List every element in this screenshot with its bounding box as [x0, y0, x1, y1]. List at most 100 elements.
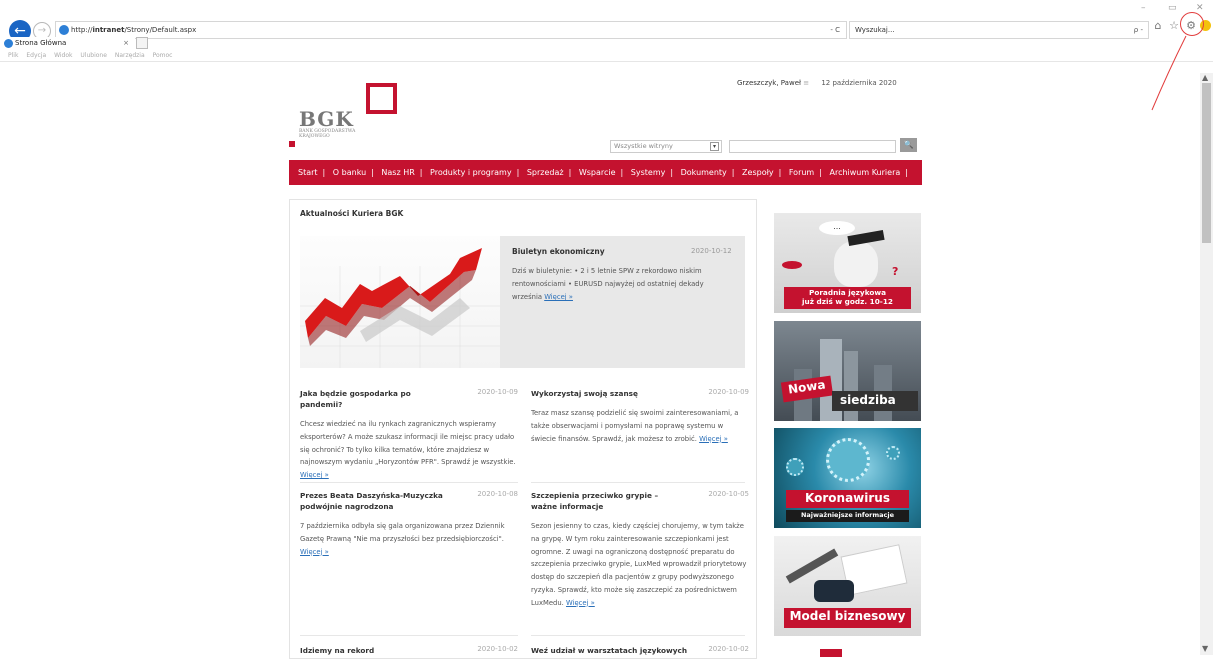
logo-dot — [289, 141, 295, 147]
article-divider — [531, 482, 745, 483]
growth-arrow-graphic — [300, 248, 500, 368]
scroll-up-icon[interactable]: ▲ — [1202, 73, 1208, 82]
article-item: Jaka będzie gospodarka po pandemii? 2020… — [300, 388, 518, 482]
article-date: 2020-10-08 — [477, 490, 518, 498]
virus-graphic — [826, 438, 870, 482]
menu-help[interactable]: Pomoc — [153, 52, 173, 59]
search-placeholder: Wyszukaj... — [855, 26, 895, 34]
current-date: 12 października 2020 — [821, 79, 897, 87]
nav-systemy[interactable]: Systemy — [631, 168, 666, 177]
nav-wsparcie[interactable]: Wsparcie — [579, 168, 616, 177]
user-info: Grzeszczyk, Paweł ≡ 12 października 2020 — [737, 79, 897, 87]
nav-zespoly[interactable]: Zespoły — [742, 168, 774, 177]
article-date: 2020-10-02 — [477, 645, 518, 653]
banner-coronavirus[interactable]: Koronawirus Najważniejsze informacje — [774, 428, 921, 528]
menu-view[interactable]: Widok — [54, 52, 72, 59]
tab-title: Strona Główna — [15, 39, 67, 47]
restore-icon[interactable]: ▭ — [1168, 3, 1177, 13]
article-date: 2020-10-05 — [708, 490, 749, 498]
magnifier-icon: 🔍 — [903, 140, 914, 149]
banner-caption-business: Model biznesowy — [789, 609, 906, 623]
intranet-page: Grzeszczyk, Paweł ≡ 12 października 2020… — [0, 63, 1200, 659]
scroll-down-icon[interactable]: ▼ — [1202, 644, 1208, 653]
article-more-link[interactable]: Więcej » — [300, 548, 329, 556]
nav-forum[interactable]: Forum — [789, 168, 814, 177]
user-name[interactable]: Grzeszczyk, Paweł — [737, 79, 801, 87]
speech-bubble: ... — [819, 221, 855, 235]
article-divider — [300, 482, 518, 483]
site-scope-label: Wszystkie witryny — [614, 142, 673, 150]
article-title[interactable]: Prezes Beata Daszyńska-Muzyczka podwójni… — [300, 490, 460, 512]
logo-text[interactable]: BGK — [299, 107, 354, 131]
banner-business-model[interactable]: Model biznesowy — [774, 536, 921, 636]
featured-text: Dziś w biuletynie: • 2 i 5 letnie SPW z … — [512, 265, 734, 304]
nav-produkty[interactable]: Produkty i programy — [430, 168, 512, 177]
article-item: Prezes Beata Daszyńska-Muzyczka podwójni… — [300, 490, 518, 558]
article-divider — [300, 635, 518, 636]
minimize-icon[interactable]: – — [1141, 3, 1146, 13]
page-scrollbar[interactable]: ▲ ▼ — [1200, 73, 1213, 655]
browser-tab[interactable]: Strona Główna × — [0, 37, 135, 50]
virus-graphic — [786, 458, 804, 476]
article-title[interactable]: Jaka będzie gospodarka po pandemii? — [300, 388, 455, 410]
menu-file[interactable]: Plik — [8, 52, 18, 59]
article-title[interactable]: Szczepienia przeciwko grypie – ważne inf… — [531, 490, 686, 512]
new-tab-button[interactable] — [136, 37, 148, 49]
article-body: Sezon jesienny to czas, kiedy częściej c… — [531, 522, 747, 607]
user-menu-icon[interactable]: ≡ — [803, 79, 809, 87]
browser-search-input[interactable]: Wyszukaj... ρ - — [849, 21, 1149, 39]
address-bar[interactable]: http://intranet/Strony/Default.aspx - C — [55, 21, 847, 39]
article-item: Szczepienia przeciwko grypie – ważne inf… — [531, 490, 749, 610]
banner-caption-coronavirus: Koronawirus — [805, 491, 890, 505]
article-item: Wykorzystaj swoją szansę 2020-10-09 Tera… — [531, 388, 749, 445]
menu-favorites[interactable]: Ulubione — [80, 52, 107, 59]
news-section-title: Aktualności Kuriera BGK — [300, 209, 404, 218]
featured-more-link[interactable]: Więcej » — [544, 293, 573, 301]
banner-caption-headquarters: siedziba — [840, 393, 896, 407]
menu-edit[interactable]: Edycja — [26, 52, 46, 59]
search-icon[interactable]: ρ - — [1134, 22, 1143, 38]
chevron-down-icon[interactable]: ▾ — [710, 142, 719, 151]
nav-start[interactable]: Start — [298, 168, 318, 177]
page-icon — [59, 25, 69, 35]
url-prefix: http:// — [71, 26, 93, 34]
tab-close-icon[interactable]: × — [123, 37, 129, 50]
article-more-link[interactable]: Więcej » — [699, 435, 728, 443]
nav-nasz-hr[interactable]: Nasz HR — [381, 168, 414, 177]
nav-dokumenty[interactable]: Dokumenty — [681, 168, 727, 177]
article-date: 2020-10-09 — [477, 388, 518, 396]
close-window-icon[interactable]: ✕ — [1196, 3, 1204, 13]
question-mark-icon: ? — [892, 265, 899, 278]
featured-date: 2020-10-12 — [691, 247, 732, 255]
article-more-link[interactable]: Więcej » — [300, 471, 329, 479]
banner-new-headquarters[interactable]: Nowa siedziba — [774, 321, 921, 421]
scroll-thumb[interactable] — [1202, 83, 1211, 243]
site-search-button[interactable]: 🔍 — [900, 138, 917, 152]
article-body: Chcesz wiedzieć na ilu rynkach zagranicz… — [300, 420, 516, 480]
fish-icon — [782, 261, 802, 269]
favorites-icon[interactable]: ☆ — [1167, 19, 1181, 33]
virus-graphic — [886, 446, 900, 460]
nav-sprzedaz[interactable]: Sprzedaż — [527, 168, 564, 177]
article-body: 7 października odbyła się gala organizow… — [300, 522, 505, 556]
article-divider — [531, 635, 745, 636]
article-more-link[interactable]: Więcej » — [566, 599, 595, 607]
article-item: Idziemy na rekord 2020-10-02 — [300, 645, 518, 656]
dog-graphic — [834, 241, 878, 287]
home-icon[interactable]: ⌂ — [1151, 19, 1165, 33]
featured-image[interactable] — [300, 236, 500, 368]
banner-caption: Poradnia językowa już dziś w godz. 10-12 — [802, 288, 893, 306]
main-navigation: Start | O banku | Nasz HR | Produkty i prog… — [289, 160, 922, 185]
article-date: 2020-10-02 — [708, 645, 749, 653]
featured-title[interactable]: Biuletyn ekonomiczny — [512, 247, 605, 256]
nav-o-banku[interactable]: O banku — [333, 168, 366, 177]
banner-subcaption: Najważniejsze informacje — [800, 511, 895, 519]
site-scope-select[interactable]: Wszystkie witryny ▾ — [610, 140, 722, 153]
article-title[interactable]: Wykorzystaj swoją szansę — [531, 388, 686, 399]
banner-language[interactable]: ... ? Poradnia językowa już dziś w godz. … — [774, 213, 921, 313]
refresh-icon[interactable]: - C — [830, 22, 840, 38]
menu-tools[interactable]: Narzędzia — [115, 52, 145, 59]
nav-archiwum[interactable]: Archiwum Kuriera — [829, 168, 900, 177]
logo-square — [366, 83, 397, 114]
site-search-input[interactable] — [729, 140, 896, 153]
